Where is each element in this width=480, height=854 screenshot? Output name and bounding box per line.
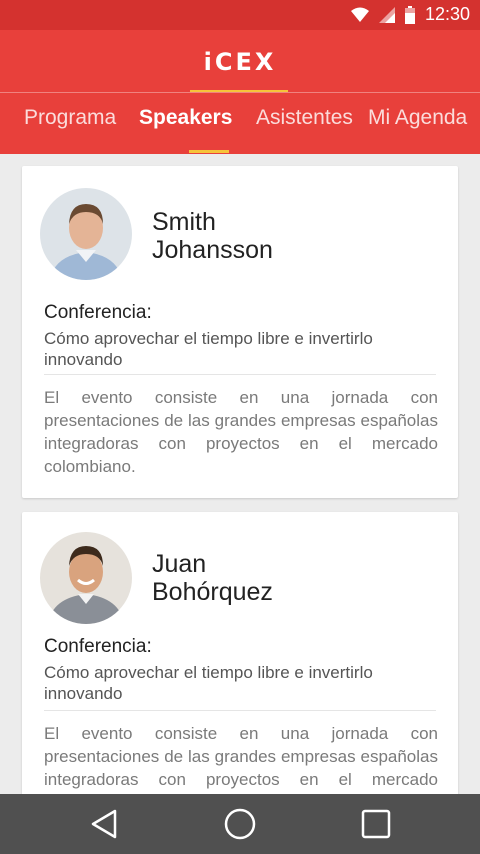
back-icon[interactable] [84,806,124,842]
speaker-name: Smith Johansson [152,208,273,264]
speaker-first-name: Smith [152,208,216,236]
speaker-list[interactable]: Smith Johansson Conferencia: Cómo aprove… [0,154,480,794]
speaker-description: El evento consiste en una jornada con pr… [44,388,438,476]
speaker-last-name: Johansson [152,236,273,264]
speaker-last-name: Bohórquez [152,578,273,606]
speaker-avatar [40,532,132,624]
clock: 12:30 [424,4,470,24]
speaker-card[interactable]: Smith Johansson Conferencia: Cómo aprove… [22,166,458,498]
speaker-card[interactable]: Juan Bohórquez Conferencia: Cómo aprovec… [22,512,458,794]
card-divider [44,710,436,711]
speaker-name: Juan Bohórquez [152,550,273,606]
tab-mi-agenda[interactable]: Mi Agenda [368,106,467,130]
card-divider [44,374,436,375]
system-nav-bar [0,794,480,854]
tab-programa[interactable]: Programa [24,106,116,130]
conference-label: Conferencia: [44,636,152,657]
icex-logo: iCEX [203,48,277,76]
conference-title: Cómo aprovechar el tiempo libre e invert… [44,663,373,703]
signal-icon [378,6,395,23]
speaker-first-name: Juan [152,550,207,578]
tab-speakers[interactable]: Speakers [139,106,232,130]
wifi-icon [350,7,369,23]
home-icon[interactable] [220,806,260,842]
app-header: iCEX Programa Speakers Asistentes Mi Age… [0,30,480,154]
tab-bar: Programa Speakers Asistentes Mi Agenda [0,106,480,146]
conference-label: Conferencia: [44,302,152,323]
speaker-description: El evento consiste en una jornada con pr… [44,724,438,794]
active-tab-indicator [189,150,229,153]
battery-icon [404,5,415,24]
tab-asistentes[interactable]: Asistentes [256,106,353,130]
logo-underline [190,90,288,92]
speaker-avatar [40,188,132,280]
recents-icon[interactable] [356,806,396,842]
status-bar: 12:30 [0,0,480,30]
conference-title: Cómo aprovechar el tiempo libre e invert… [44,329,373,369]
header-divider [0,92,480,93]
